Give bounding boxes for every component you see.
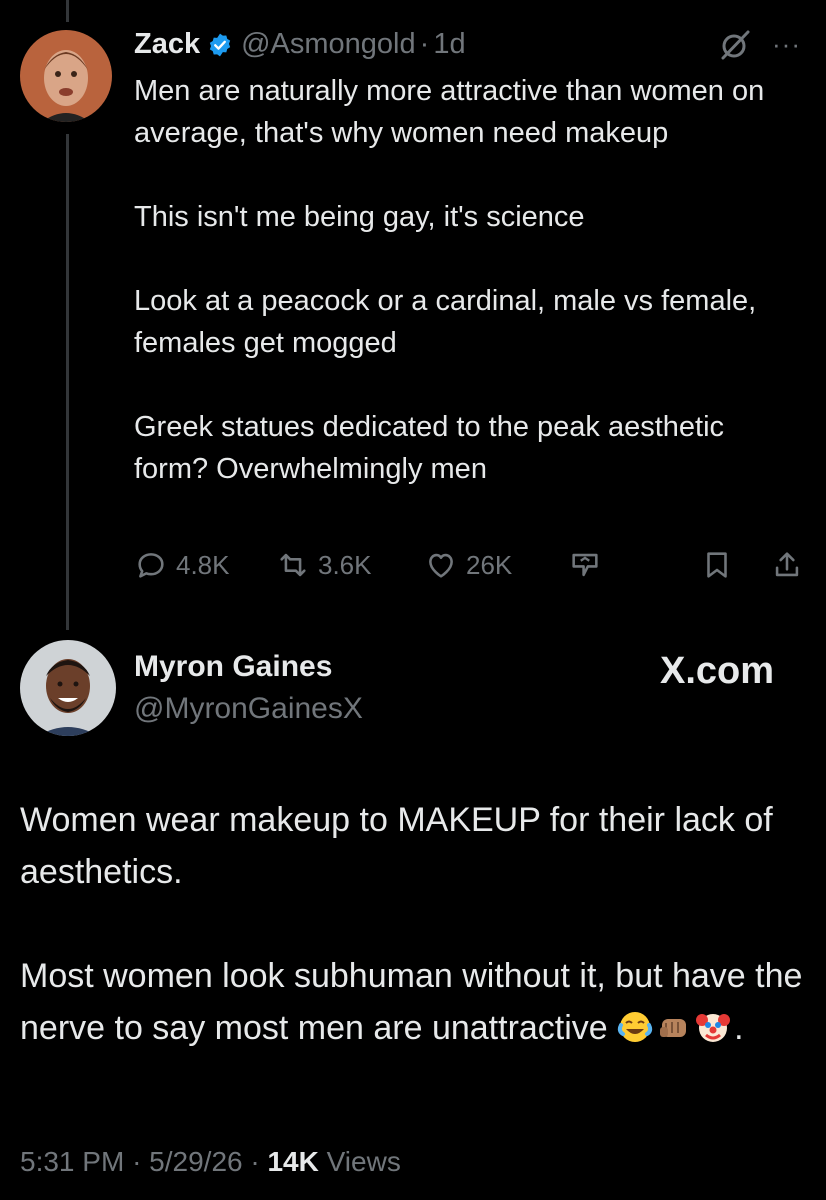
footer-separator: · — [250, 1146, 260, 1177]
bookmark-icon — [707, 552, 727, 578]
tweet-header: Zack @Asmongold · 1d — [134, 28, 466, 61]
reply-author-name[interactable]: Myron Gaines — [134, 650, 332, 684]
share-button[interactable] — [770, 548, 812, 582]
like-button[interactable]: 26K — [424, 548, 512, 582]
tweet-text: Men are naturally more attractive than w… — [134, 70, 804, 490]
reply-trailing: . — [734, 1009, 744, 1047]
author-name[interactable]: Zack — [134, 28, 200, 61]
footer-time[interactable]: 5:31 PM — [20, 1146, 124, 1177]
views-count: 14K — [267, 1146, 319, 1177]
repost-button[interactable]: 3.6K — [276, 548, 372, 582]
reply-text: Women wear makeup to MAKEUP for their la… — [20, 794, 810, 1054]
verified-badge-icon — [207, 32, 233, 58]
tweet-paragraph: Look at a peacock or a cardinal, male vs… — [134, 285, 757, 359]
views-label: Views — [326, 1146, 401, 1177]
tweet-paragraph: Men are naturally more attractive than w… — [134, 75, 765, 149]
thread-line — [66, 134, 69, 630]
like-count: 26K — [466, 549, 513, 580]
grok-analyze-icon — [572, 553, 598, 577]
avatar-myron[interactable] — [20, 640, 116, 736]
tears-of-joy-emoji — [617, 1008, 653, 1044]
repost-count: 3.6K — [318, 549, 372, 580]
thread-line-top — [66, 0, 69, 22]
tweet-paragraph: Greek statues dedicated to the peak aest… — [134, 411, 725, 485]
repost-icon — [280, 553, 306, 577]
more-icon[interactable]: ··· — [772, 31, 801, 57]
reply-author-handle[interactable]: @MyronGainesX — [134, 692, 363, 726]
fist-bump-emoji — [656, 1008, 692, 1044]
tweet-actions: 4.8K 3.6K 26K — [134, 548, 814, 588]
tweet-footer: 5:31 PM · 5/29/26 · 14K Views — [20, 1146, 401, 1178]
share-icon — [775, 552, 799, 577]
reply-button[interactable]: 4.8K — [134, 548, 230, 582]
footer-separator: · — [132, 1146, 142, 1177]
x-brand-text: X.com — [660, 650, 775, 692]
like-icon — [429, 553, 453, 578]
grok-icon[interactable] — [718, 28, 752, 62]
tweet-time[interactable]: 1d — [433, 28, 465, 61]
reply-paragraph-wrap: Most women look subhuman without it, but… — [20, 950, 810, 1054]
avatar-zack[interactable] — [20, 30, 112, 122]
x-brand-logo: X.com — [660, 650, 774, 693]
clown-face-emoji — [695, 1008, 731, 1044]
footer-date[interactable]: 5/29/26 — [149, 1146, 242, 1177]
grok-analyze-button[interactable] — [568, 548, 610, 582]
reply-paragraph: Women wear makeup to MAKEUP for their la… — [20, 801, 773, 891]
tweet-paragraph: This isn't me being gay, it's science — [134, 201, 585, 233]
meta-separator: · — [419, 28, 430, 60]
bookmark-button[interactable] — [700, 548, 742, 582]
reply-icon — [138, 553, 164, 578]
author-handle[interactable]: @Asmongold — [241, 28, 416, 61]
reply-count: 4.8K — [176, 549, 230, 580]
